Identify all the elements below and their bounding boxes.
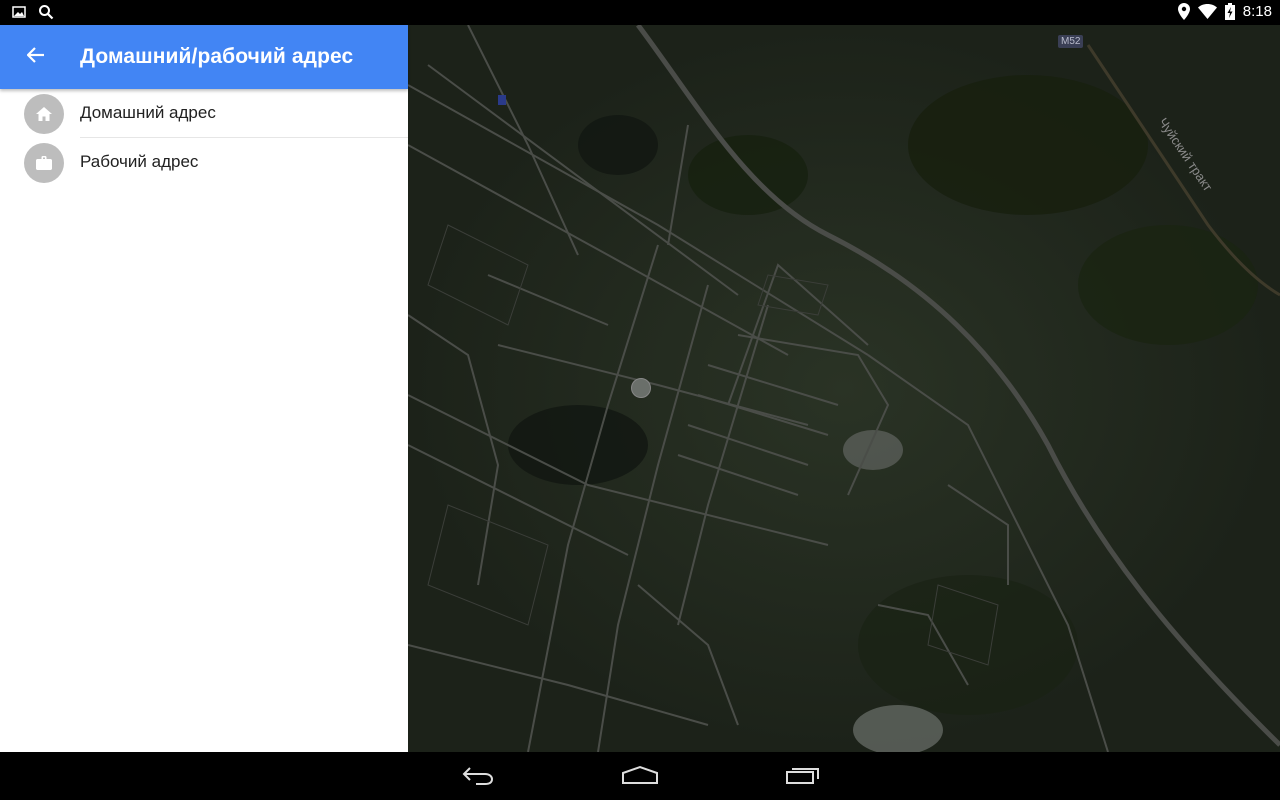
list-item-label: Рабочий адрес bbox=[80, 152, 199, 171]
wifi-icon bbox=[1197, 4, 1217, 19]
status-bar: 8:18 bbox=[0, 0, 1280, 25]
image-icon bbox=[12, 6, 26, 18]
route-shield: M52 bbox=[1058, 35, 1084, 48]
battery-charging-icon bbox=[1224, 3, 1235, 20]
arrow-back-icon bbox=[26, 46, 45, 68]
briefcase-icon bbox=[24, 143, 64, 183]
address-panel: Домашний/рабочий адрес Домашний адрес Ра… bbox=[0, 25, 408, 752]
recents-icon bbox=[785, 765, 821, 790]
satellite-map[interactable]: M52 Чуйский тракт bbox=[408, 25, 1280, 752]
map-imagery bbox=[408, 25, 1280, 752]
list-item-work-address[interactable]: Рабочий адрес bbox=[0, 138, 408, 187]
list-item-label: Домашний адрес bbox=[80, 103, 216, 122]
my-location-marker bbox=[631, 378, 651, 398]
home-icon bbox=[24, 94, 64, 134]
app-bar: Домашний/рабочий адрес bbox=[0, 25, 408, 89]
back-icon bbox=[461, 765, 495, 790]
home-icon bbox=[621, 765, 659, 790]
search-icon bbox=[38, 4, 54, 20]
nav-recents-button[interactable] bbox=[783, 764, 823, 790]
nav-back-button[interactable] bbox=[458, 764, 498, 790]
status-clock: 8:18 bbox=[1242, 3, 1272, 20]
page-title: Домашний/рабочий адрес bbox=[80, 45, 354, 68]
list-item-home-address[interactable]: Домашний адрес bbox=[0, 89, 408, 138]
nav-home-button[interactable] bbox=[620, 764, 660, 790]
location-pin-icon bbox=[1177, 3, 1190, 20]
back-button[interactable] bbox=[16, 41, 56, 73]
navigation-bar bbox=[0, 752, 1280, 800]
